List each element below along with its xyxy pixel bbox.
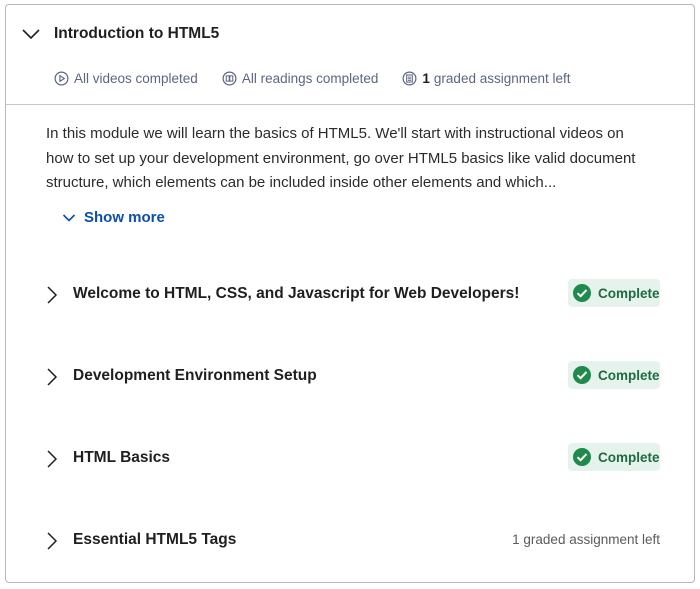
lesson-title: Essential HTML5 Tags: [73, 531, 237, 548]
complete-label: Complete: [598, 367, 660, 383]
complete-badge: Complete: [568, 279, 660, 307]
readings-stat: All readings completed: [222, 71, 379, 86]
graded-stat: 1 graded assignment left: [402, 71, 571, 86]
videos-stat: All videos completed: [54, 71, 198, 86]
lesson-title: Development Environment Setup: [73, 367, 317, 384]
complete-badge: Complete: [568, 361, 660, 389]
show-more-button[interactable]: Show more: [62, 209, 165, 226]
chevron-down-icon: [22, 29, 40, 40]
videos-stat-label: All videos completed: [74, 71, 198, 86]
module-description: In this module we will learn the basics …: [46, 125, 636, 191]
chevron-down-icon: [62, 213, 76, 222]
chevron-right-icon: [47, 286, 58, 304]
graded-stat-label: graded assignment left: [433, 71, 571, 86]
graded-count: 1: [422, 71, 430, 86]
lesson-row-dev-setup[interactable]: Development Environment Setup Complete: [6, 357, 694, 397]
module-title: Introduction to HTML5: [54, 25, 220, 42]
book-icon: [222, 71, 237, 86]
chevron-right-icon: [47, 450, 58, 468]
readings-stat-label: All readings completed: [241, 71, 379, 86]
module-stats: All videos completed All readings comple…: [54, 71, 595, 86]
check-circle-icon: [573, 284, 591, 302]
lesson-row-welcome[interactable]: Welcome to HTML, CSS, and Javascript for…: [6, 275, 694, 315]
module-header: Introduction to HTML5 All videos complet…: [6, 5, 694, 105]
assignment-icon: [402, 71, 417, 86]
complete-label: Complete: [598, 449, 660, 465]
lesson-title: Welcome to HTML, CSS, and Javascript for…: [73, 285, 520, 302]
lesson-row-html-basics[interactable]: HTML Basics Complete: [6, 439, 694, 479]
graded-assignment-note: 1 graded assignment left: [512, 532, 660, 547]
complete-label: Complete: [598, 285, 660, 301]
lesson-row-essential-tags[interactable]: Essential HTML5 Tags 1 graded assignment…: [6, 521, 694, 561]
show-more-label: Show more: [84, 209, 165, 226]
check-circle-icon: [573, 366, 591, 384]
chevron-right-icon: [47, 368, 58, 386]
module-toggle[interactable]: Introduction to HTML5: [20, 23, 219, 45]
play-circle-icon: [54, 71, 69, 86]
check-circle-icon: [573, 448, 591, 466]
complete-badge: Complete: [568, 443, 660, 471]
lesson-title: HTML Basics: [73, 449, 171, 466]
chevron-right-icon: [47, 532, 58, 550]
module-card: Introduction to HTML5 All videos complet…: [5, 4, 695, 583]
